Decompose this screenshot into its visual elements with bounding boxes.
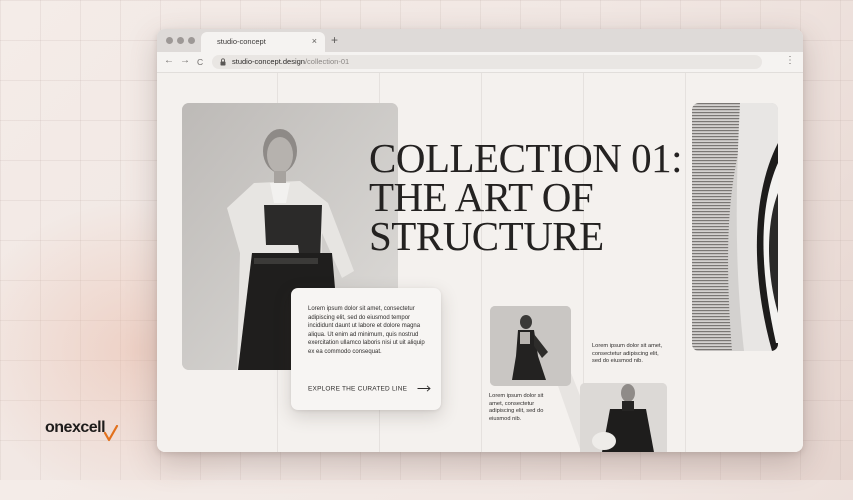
browser-menu-button[interactable]: ⋮: [785, 55, 795, 67]
tab-title: studio-concept: [217, 37, 266, 46]
explore-curated-line-link[interactable]: EXPLORE THE CURATED LINE: [308, 380, 431, 398]
model-back-image: [490, 306, 571, 386]
title-line: STRUCTURE: [369, 213, 604, 259]
page-title: COLLECTION 01: THE ART OF STRUCTURE: [369, 135, 683, 259]
url-path: /collection-01: [304, 57, 350, 66]
architecture-image: [692, 103, 778, 351]
tab-close-button[interactable]: ×: [312, 36, 317, 46]
intro-text: Lorem ipsum dolor sit amet, consectetur …: [308, 306, 425, 355]
page-grid-line: [481, 73, 482, 452]
title-line: THE ART OF: [369, 174, 594, 220]
tab-bar: studio-concept × +: [157, 29, 803, 52]
arrow-right-icon: [417, 385, 431, 392]
back-button[interactable]: ←: [164, 55, 174, 67]
browser-tab[interactable]: studio-concept ×: [201, 32, 325, 52]
logo-wordmark: onexcell: [45, 419, 106, 436]
caption-right: Lorem ipsum dolor sit amet, consectetur …: [592, 343, 663, 365]
url-text: studio-concept.design/collection-01: [232, 57, 349, 67]
page-grid-line: [685, 73, 686, 452]
reload-button[interactable]: C: [197, 56, 203, 68]
lock-icon: [220, 58, 226, 66]
forward-button[interactable]: →: [180, 55, 190, 67]
onexcell-logo: onexcell: [45, 419, 119, 442]
architecture-photo[interactable]: [692, 103, 778, 351]
browser-window: studio-concept × + ← → C studio-concept.…: [157, 29, 803, 452]
title-line: COLLECTION 01:: [369, 135, 683, 181]
checkmark-icon: [103, 425, 119, 442]
model-turtleneck-photo[interactable]: [580, 383, 667, 452]
window-control-close[interactable]: [166, 37, 173, 44]
intro-card: Lorem ipsum dolor sit amet, consectetur …: [291, 288, 441, 410]
window-control-maximize[interactable]: [188, 37, 195, 44]
window-control-minimize[interactable]: [177, 37, 184, 44]
url-field[interactable]: studio-concept.design/collection-01: [212, 55, 762, 69]
model-back-photo[interactable]: [490, 306, 571, 386]
new-tab-button[interactable]: +: [331, 33, 338, 47]
model-turtleneck-image: [580, 383, 667, 452]
address-bar: ← → C studio-concept.design/collection-0…: [157, 52, 803, 73]
web-page: COLLECTION 01: THE ART OF STRUCTURE Lore…: [157, 73, 803, 452]
cta-label: EXPLORE THE CURATED LINE: [308, 385, 408, 393]
caption-left: Lorem ipsum dolor sit amet, consectetur …: [489, 393, 544, 422]
url-host: studio-concept.design: [232, 57, 305, 66]
